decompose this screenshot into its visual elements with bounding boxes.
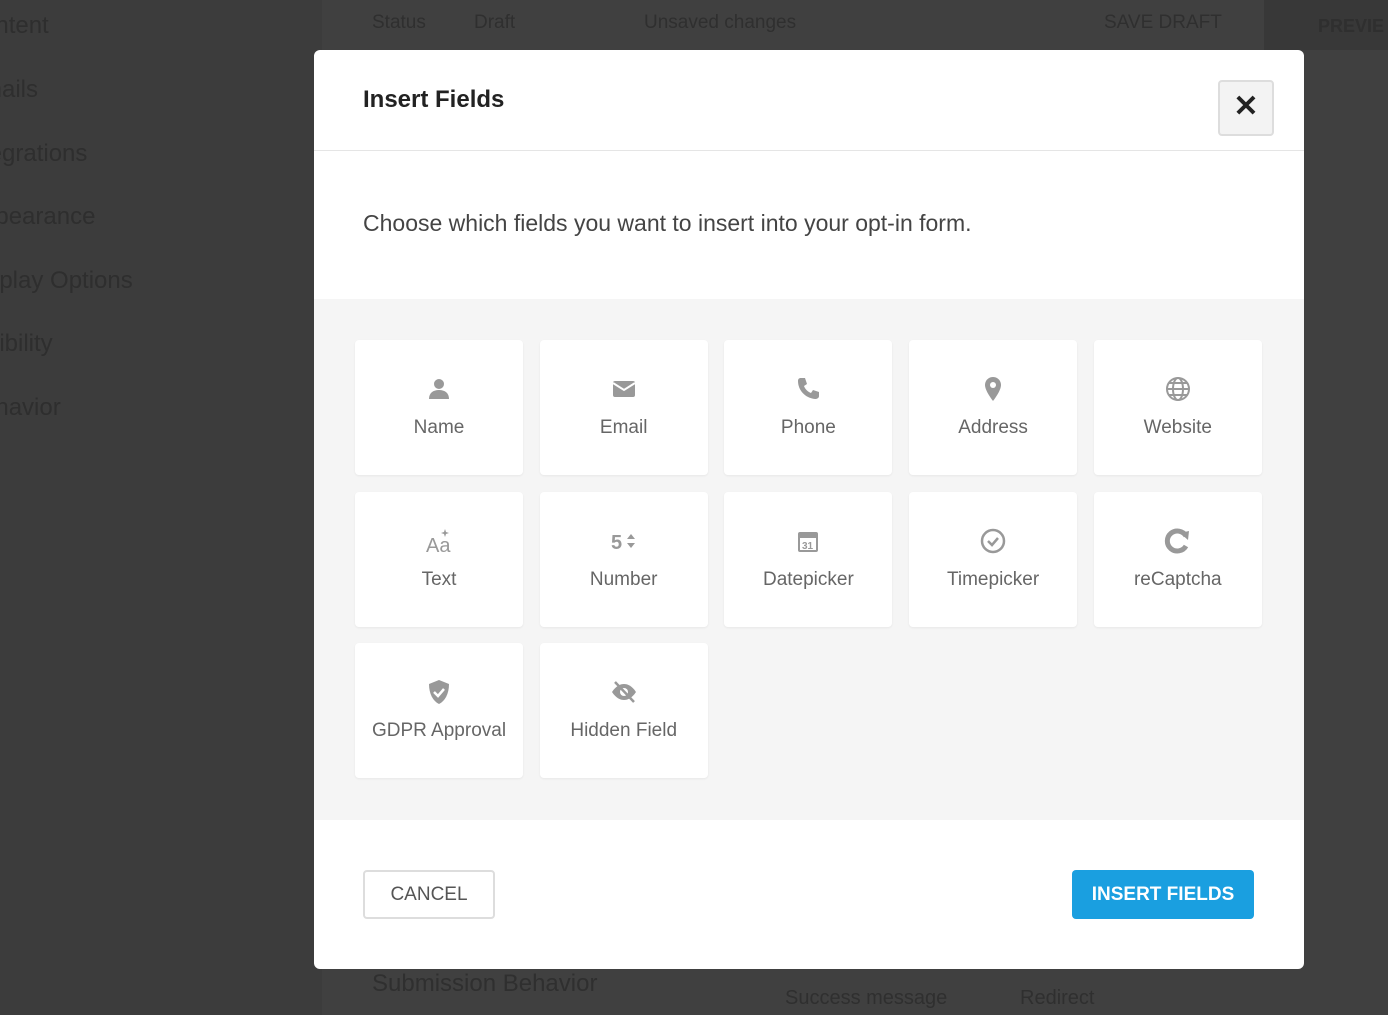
modal-description: Choose which fields you want to insert i…	[363, 210, 972, 236]
field-card-datepicker[interactable]: 31 Datepicker	[724, 491, 893, 627]
text-icon: Aa	[426, 528, 451, 555]
sidebar-item[interactable]: ontent	[0, 12, 49, 40]
svg-text:Aa: Aa	[426, 535, 451, 555]
close-button[interactable]: ✕	[1218, 80, 1274, 136]
field-card-label: Number	[589, 568, 658, 590]
redirect-tab[interactable]: Redirect	[1020, 987, 1094, 1010]
field-card-label: Hidden Field	[570, 720, 678, 741]
field-card-label: Address	[958, 417, 1028, 438]
field-card-label: reCaptcha	[1133, 568, 1222, 590]
phone-icon	[798, 378, 820, 399]
field-card-label: GDPR Approval	[371, 720, 507, 741]
field-card-address[interactable]: Address	[909, 340, 1078, 475]
map-pin-icon	[985, 377, 1002, 401]
field-card-label: Text	[421, 568, 457, 590]
field-card-label: Name	[413, 417, 465, 438]
field-card-hidden-field[interactable]: Hidden Field	[539, 643, 708, 778]
svg-text:5: 5	[611, 532, 622, 554]
field-card-website[interactable]: Website	[1093, 340, 1262, 475]
field-card-timepicker[interactable]: Timepicker	[909, 491, 1078, 627]
field-card-phone[interactable]: Phone	[724, 340, 893, 475]
close-icon: ✕	[1233, 90, 1259, 123]
sidebar-item[interactable]: isibility	[0, 330, 53, 358]
sidebar-item[interactable]: tegrations	[0, 140, 87, 168]
user-icon	[429, 379, 449, 399]
envelope-icon	[612, 381, 636, 397]
field-card-label: Timepicker	[946, 568, 1040, 590]
unsaved-changes: Unsaved changes	[644, 12, 797, 33]
status-value[interactable]: Draft	[474, 12, 515, 34]
field-card-name[interactable]: Name	[355, 340, 523, 475]
insert-fields-button[interactable]: INSERT FIELDS	[1072, 870, 1254, 919]
globe-icon	[1165, 377, 1190, 401]
shield-check-icon	[429, 680, 449, 704]
modal-title: Insert Fields	[363, 86, 505, 113]
field-card-number[interactable]: 5 Number	[539, 491, 708, 627]
sidebar-item[interactable]: mails	[0, 76, 38, 104]
sidebar-item[interactable]: ehavior	[0, 394, 61, 422]
submission-behavior-heading: Submission Behavior	[372, 970, 598, 997]
svg-text:31: 31	[802, 541, 814, 552]
eye-slash-icon	[611, 681, 636, 703]
success-message-tab[interactable]: Success message	[785, 987, 947, 1010]
insert-fields-modal: Insert Fields ✕ Choose which fields you …	[314, 50, 1304, 969]
field-card-label: Phone	[780, 417, 836, 438]
field-card-recaptcha[interactable]: reCaptcha	[1093, 491, 1262, 627]
field-card-text[interactable]: Aa Text	[355, 491, 523, 627]
save-draft-button[interactable]: SAVE DRAFT	[1104, 12, 1222, 34]
field-card-email[interactable]: Email	[539, 340, 708, 475]
clock-icon	[980, 528, 1006, 553]
field-card-gdpr-approval[interactable]: GDPR Approval	[355, 643, 523, 778]
topbar: Status Draft Unsaved changes SAVE DRAFT	[322, 0, 1388, 50]
field-card-label: Datepicker	[762, 568, 854, 590]
number-icon: 5	[611, 532, 635, 554]
status-label: Status	[372, 12, 426, 33]
calendar-icon: 31	[798, 531, 819, 552]
fields-grid: Name Email Phone Address Website Aa Text 5 Numbe…	[314, 299, 1304, 820]
sidebar-item[interactable]: isplay Options	[0, 267, 133, 295]
field-card-label: Website	[1143, 417, 1212, 438]
preview-button[interactable]: PREVIE	[1264, 0, 1388, 50]
recaptcha-icon	[1164, 528, 1189, 553]
cancel-button[interactable]: CANCEL	[363, 870, 495, 919]
sidebar-item[interactable]: ppearance	[0, 203, 95, 231]
sidebar: ontent mails tegrations ppearance isplay…	[0, 0, 322, 1015]
field-card-label: Email	[599, 417, 648, 438]
